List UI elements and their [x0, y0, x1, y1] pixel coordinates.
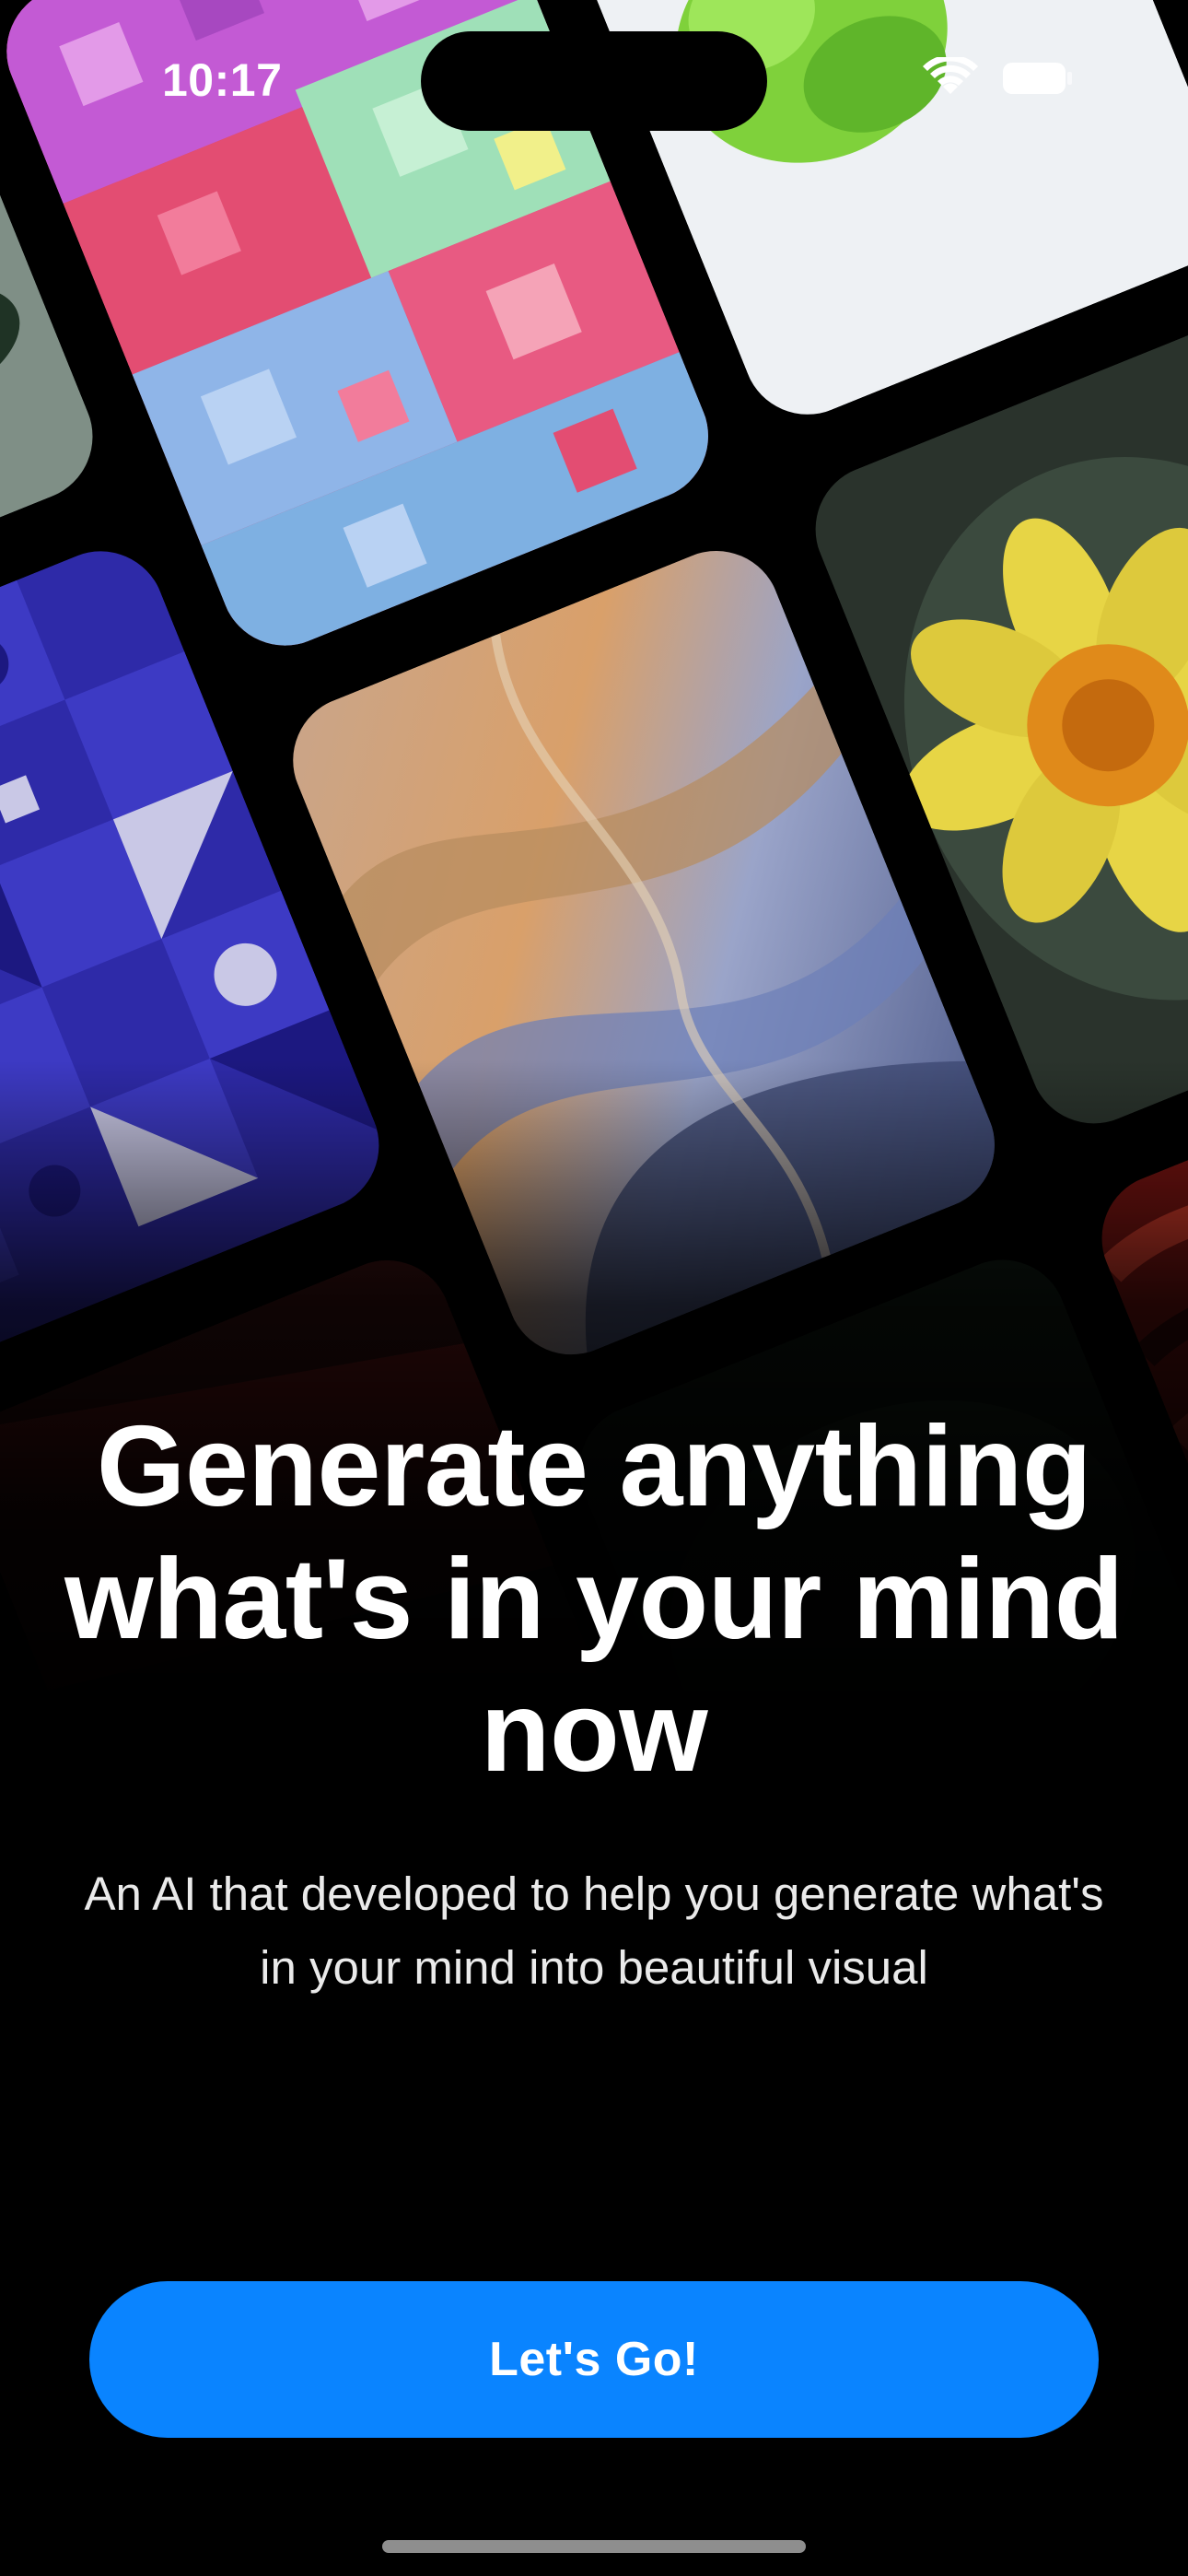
onboarding-subtitle: An AI that developed to help you generat…	[84, 1868, 1104, 1994]
battery-icon	[1002, 61, 1074, 96]
status-time: 10:17	[162, 54, 283, 106]
onboarding-screen: 10:17 Generate anything what's in your m…	[0, 0, 1188, 2576]
status-bar: 10:17	[0, 0, 1188, 147]
lets-go-button[interactable]: Let's Go!	[89, 2281, 1099, 2438]
dynamic-island	[421, 31, 767, 131]
home-indicator[interactable]	[382, 2540, 806, 2553]
onboarding-headline: Generate anything what's in your mind no…	[64, 1403, 1124, 1796]
wifi-icon	[921, 54, 980, 100]
